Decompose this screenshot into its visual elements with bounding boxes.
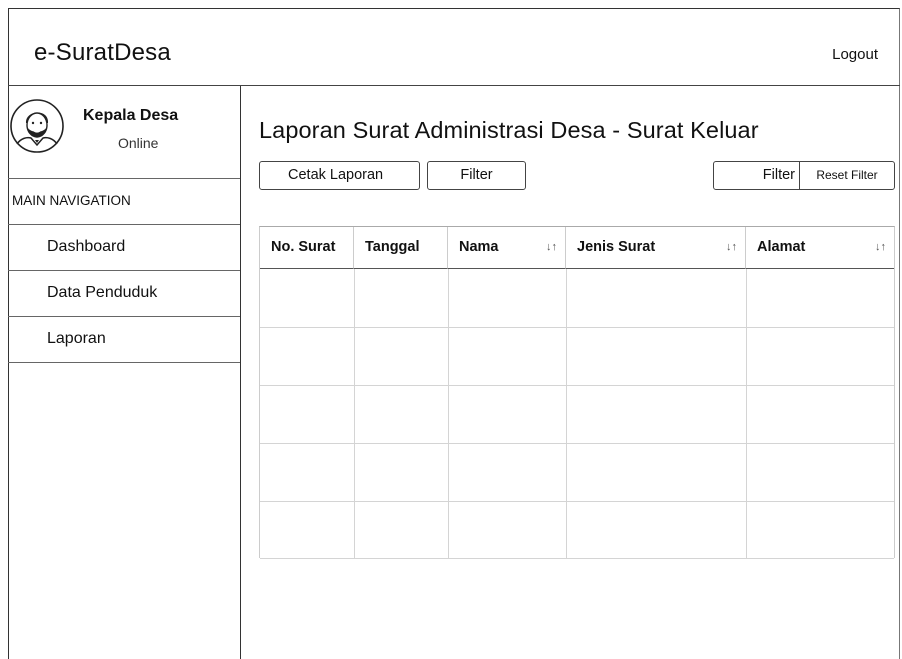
- column-header-alamat[interactable]: Alamat ↓↑: [746, 227, 894, 269]
- column-header-label: Tanggal: [365, 239, 420, 255]
- user-panel: Kepala Desa Online: [8, 86, 240, 179]
- user-name: Kepala Desa: [83, 107, 179, 124]
- avatar-icon: [9, 98, 65, 154]
- app-title: e-SuratDesa: [34, 39, 171, 66]
- logout-link[interactable]: Logout: [832, 46, 878, 63]
- table-row: [260, 327, 894, 328]
- sidebar-item-dashboard[interactable]: Dashboard: [8, 225, 240, 271]
- user-status: Online: [118, 135, 159, 151]
- sidebar: Kepala Desa Online MAIN NAVIGATION Dashb…: [8, 86, 241, 659]
- column-header-label: Jenis Surat: [577, 239, 656, 255]
- reset-filter-button[interactable]: Reset Filter: [800, 162, 894, 189]
- sort-icon[interactable]: ↓↑: [546, 241, 557, 253]
- nav-heading: MAIN NAVIGATION: [8, 179, 240, 225]
- column-divider: [354, 269, 355, 559]
- column-header-label: Nama: [459, 239, 499, 255]
- column-header-label: Alamat: [757, 239, 806, 255]
- sidebar-item-laporan[interactable]: Laporan: [8, 317, 240, 363]
- column-header-nama[interactable]: Nama ↓↑: [448, 227, 566, 269]
- filter-button[interactable]: Filter: [427, 161, 526, 190]
- column-header-label: No. Surat: [271, 239, 336, 255]
- filter-button-group: Filter Reset Filter: [713, 161, 895, 190]
- report-table: No. Surat Tanggal Nama ↓↑ Jenis Surat ↓↑…: [259, 226, 895, 559]
- column-header-jenis-surat[interactable]: Jenis Surat ↓↑: [566, 227, 746, 269]
- column-divider: [566, 269, 567, 559]
- table-row: [260, 558, 894, 559]
- sort-icon[interactable]: ↓↑: [875, 241, 886, 253]
- column-header-no-surat[interactable]: No. Surat: [260, 227, 354, 269]
- page-title: Laporan Surat Administrasi Desa - Surat …: [259, 117, 759, 143]
- cetak-laporan-button[interactable]: Cetak Laporan: [259, 161, 420, 190]
- table-row: [260, 385, 894, 386]
- column-divider: [448, 269, 449, 559]
- apply-filter-button[interactable]: Filter: [714, 162, 800, 189]
- sort-icon[interactable]: ↓↑: [726, 241, 737, 253]
- top-header: e-SuratDesa Logout: [8, 8, 900, 86]
- column-divider: [746, 269, 747, 559]
- table-row: [260, 501, 894, 502]
- sidebar-item-data-penduduk[interactable]: Data Penduduk: [8, 271, 240, 317]
- table-row: [260, 443, 894, 444]
- column-header-tanggal[interactable]: Tanggal: [354, 227, 448, 269]
